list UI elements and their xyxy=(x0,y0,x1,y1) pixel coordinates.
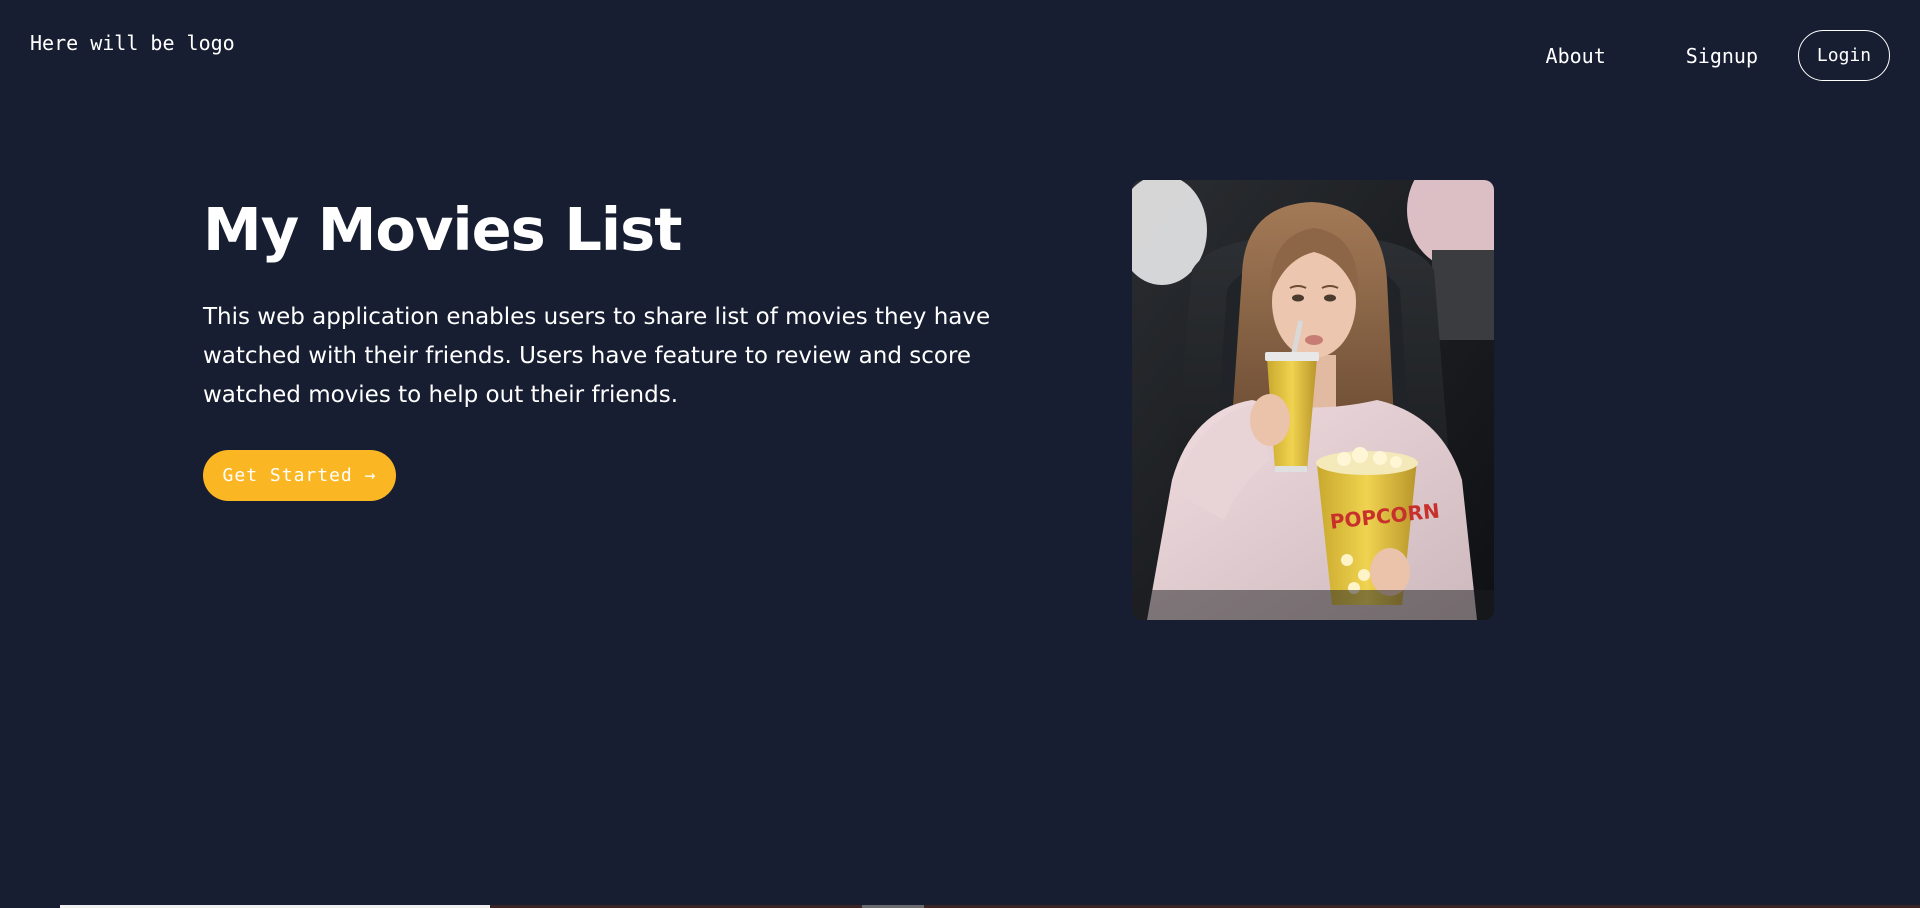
login-button[interactable]: Login xyxy=(1798,30,1890,81)
logo-placeholder[interactable]: Here will be logo xyxy=(30,31,235,55)
cinema-photo-illustration: POPCORN xyxy=(1132,180,1494,620)
nav-about-link[interactable]: About xyxy=(1546,44,1606,68)
get-started-button[interactable]: Get Started → xyxy=(203,450,396,501)
hero-text: My Movies List This web application enab… xyxy=(203,190,1003,415)
main-nav: About Signup Login xyxy=(1546,30,1890,81)
hero-description: This web application enables users to sh… xyxy=(203,304,991,408)
hero-image: POPCORN xyxy=(1132,180,1494,620)
site-header: Here will be logo About Signup Login xyxy=(0,0,1920,110)
nav-signup-link[interactable]: Signup xyxy=(1686,44,1758,68)
page-title: My Movies List xyxy=(203,195,682,264)
